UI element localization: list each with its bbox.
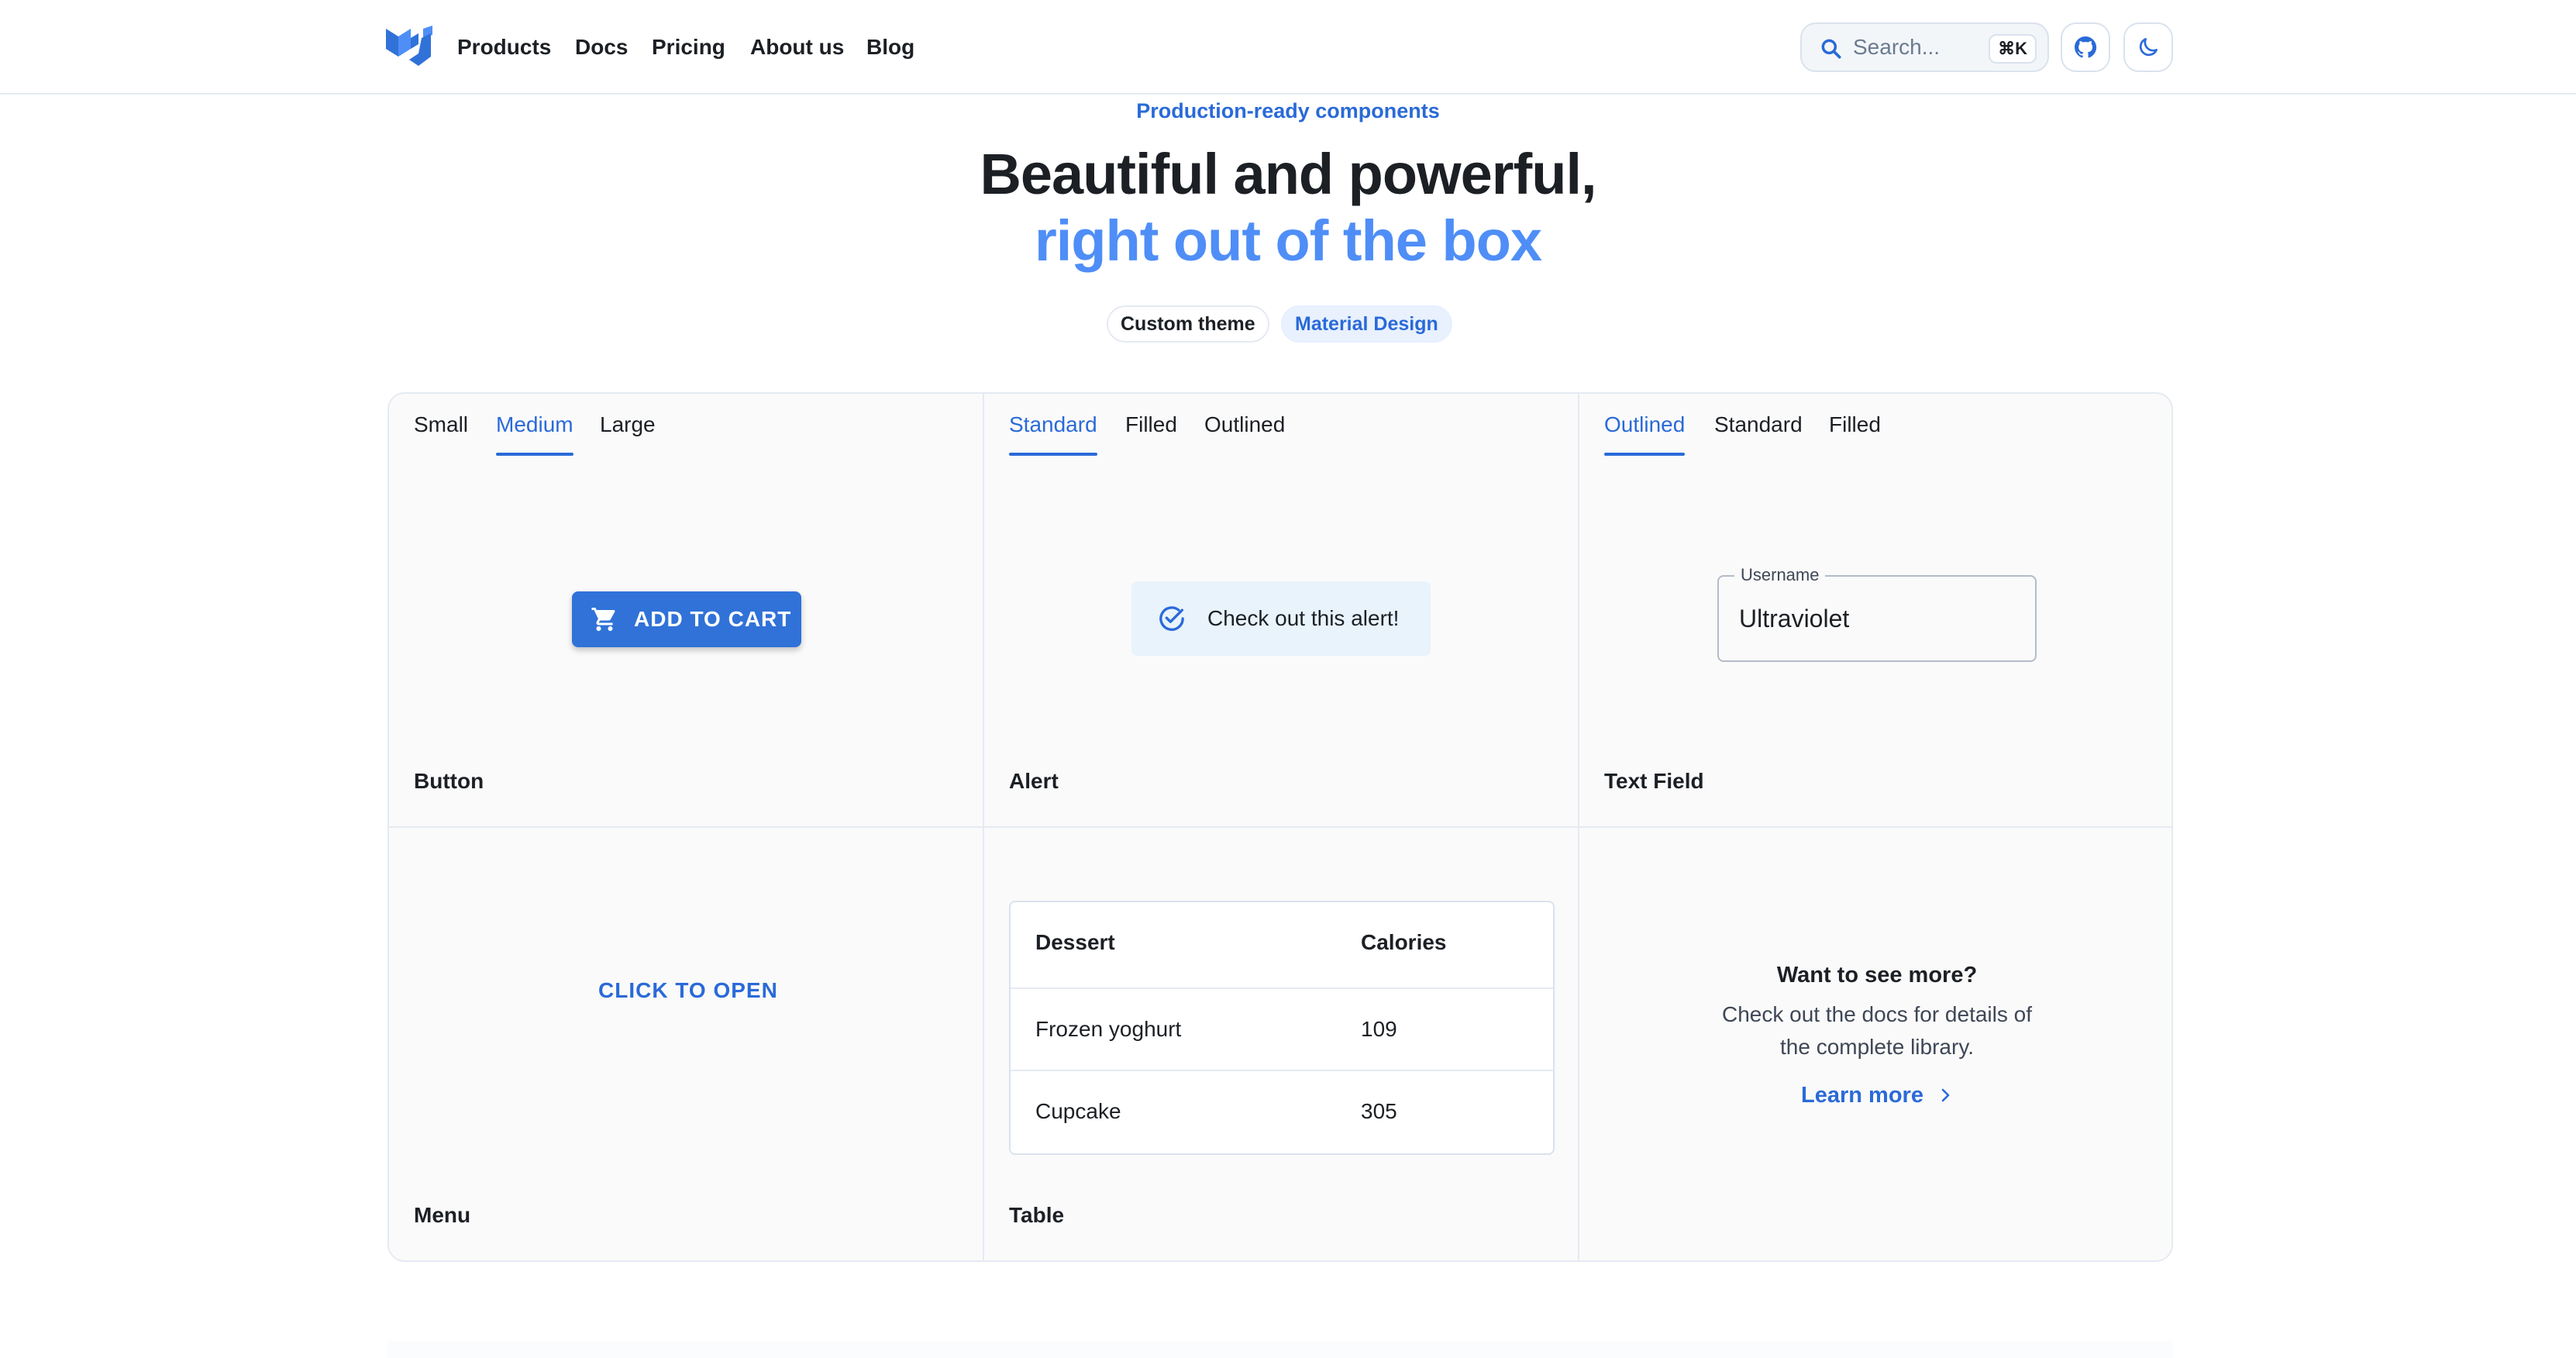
nav-blog[interactable]: Blog (866, 31, 914, 64)
tab-standard[interactable]: Standard (1714, 409, 1803, 440)
table-cell: Frozen yoghurt (1035, 1017, 1182, 1041)
divider (389, 826, 2171, 828)
username-input[interactable] (1739, 577, 2018, 660)
add-to-cart-label: ADD TO CART (634, 607, 792, 631)
hero-title-line1: Beautiful and powerful, (980, 142, 1596, 206)
table-cell: 109 (1361, 1017, 1397, 1041)
table-cell: 305 (1361, 1099, 1397, 1123)
nav-products[interactable]: Products (457, 31, 551, 64)
tab-large[interactable]: Large (600, 409, 656, 440)
chip-custom-theme[interactable]: Custom theme (1107, 305, 1269, 343)
theme-toggle-button[interactable] (2123, 22, 2173, 72)
search-placeholder: Search... (1853, 35, 1941, 59)
tab-small[interactable]: Small (414, 409, 468, 440)
tab-outlined[interactable]: Outlined (1604, 409, 1686, 456)
nav-about-us[interactable]: About us (750, 31, 844, 64)
table-header-row: Dessert Calories (1011, 902, 1553, 983)
tab-filled[interactable]: Filled (1125, 409, 1177, 440)
cell-title-table: Table (1009, 1203, 1065, 1227)
search-button[interactable]: Search... ⌘K (1800, 22, 2049, 72)
github-icon (2075, 36, 2097, 58)
cell-title-menu: Menu (414, 1203, 471, 1227)
hero-overline: Production-ready components (1136, 99, 1440, 122)
search-icon (1819, 36, 1844, 61)
hero-title-line2: right out of the box (1034, 209, 1542, 273)
divider (1578, 394, 1579, 1260)
mui-logo-icon[interactable] (384, 26, 434, 69)
see-more-text: Check out the docs for details of the co… (1722, 1002, 2032, 1059)
add-to-cart-button[interactable]: ADD TO CART (572, 591, 801, 647)
divider (983, 394, 984, 1260)
check-circle-icon (1159, 606, 1184, 631)
table-cell: Cupcake (1035, 1099, 1121, 1123)
next-section-edge (387, 1341, 2173, 1358)
dessert-table: Dessert Calories Frozen yoghurt 109 Cupc… (1009, 901, 1555, 1155)
search-shortcut: ⌘K (1989, 34, 2037, 64)
app-header: Products Docs Pricing About us Blog Sear… (0, 0, 2576, 95)
components-demo-grid: Small Medium Large ADD TO CART Button St… (387, 392, 2173, 1262)
click-to-open-button[interactable]: CLICK TO OPEN (598, 967, 778, 1014)
learn-more-link[interactable]: Learn more (1801, 1079, 1950, 1112)
chevron-right-icon (1941, 1088, 1950, 1102)
alert-text: Check out this alert! (1207, 606, 1400, 630)
nav-docs[interactable]: Docs (575, 31, 628, 64)
moon-icon (2139, 38, 2158, 57)
see-more-title: Want to see more? (1776, 963, 1978, 987)
chip-material-design[interactable]: Material Design (1281, 305, 1452, 343)
column-header: Calories (1361, 930, 1447, 954)
github-button[interactable] (2061, 22, 2110, 72)
table-row: Cupcake 305 (1011, 1070, 1553, 1152)
nav-pricing[interactable]: Pricing (652, 31, 725, 64)
tab-outlined[interactable]: Outlined (1204, 409, 1285, 440)
column-header: Dessert (1035, 930, 1115, 954)
table-row: Frozen yoghurt 109 (1011, 987, 1553, 1070)
learn-more-label: Learn more (1801, 1083, 1923, 1108)
cell-title-alert: Alert (1009, 769, 1059, 793)
cell-title-button: Button (414, 769, 484, 793)
alert-message-box: Check out this alert! (1131, 581, 1431, 656)
cart-icon (591, 608, 615, 631)
cell-title-text-field: Text Field (1604, 769, 1704, 793)
tab-medium[interactable]: Medium (496, 409, 573, 456)
username-field[interactable]: Username (1717, 564, 2037, 662)
tab-filled[interactable]: Filled (1829, 409, 1881, 440)
tab-standard[interactable]: Standard (1009, 409, 1097, 456)
